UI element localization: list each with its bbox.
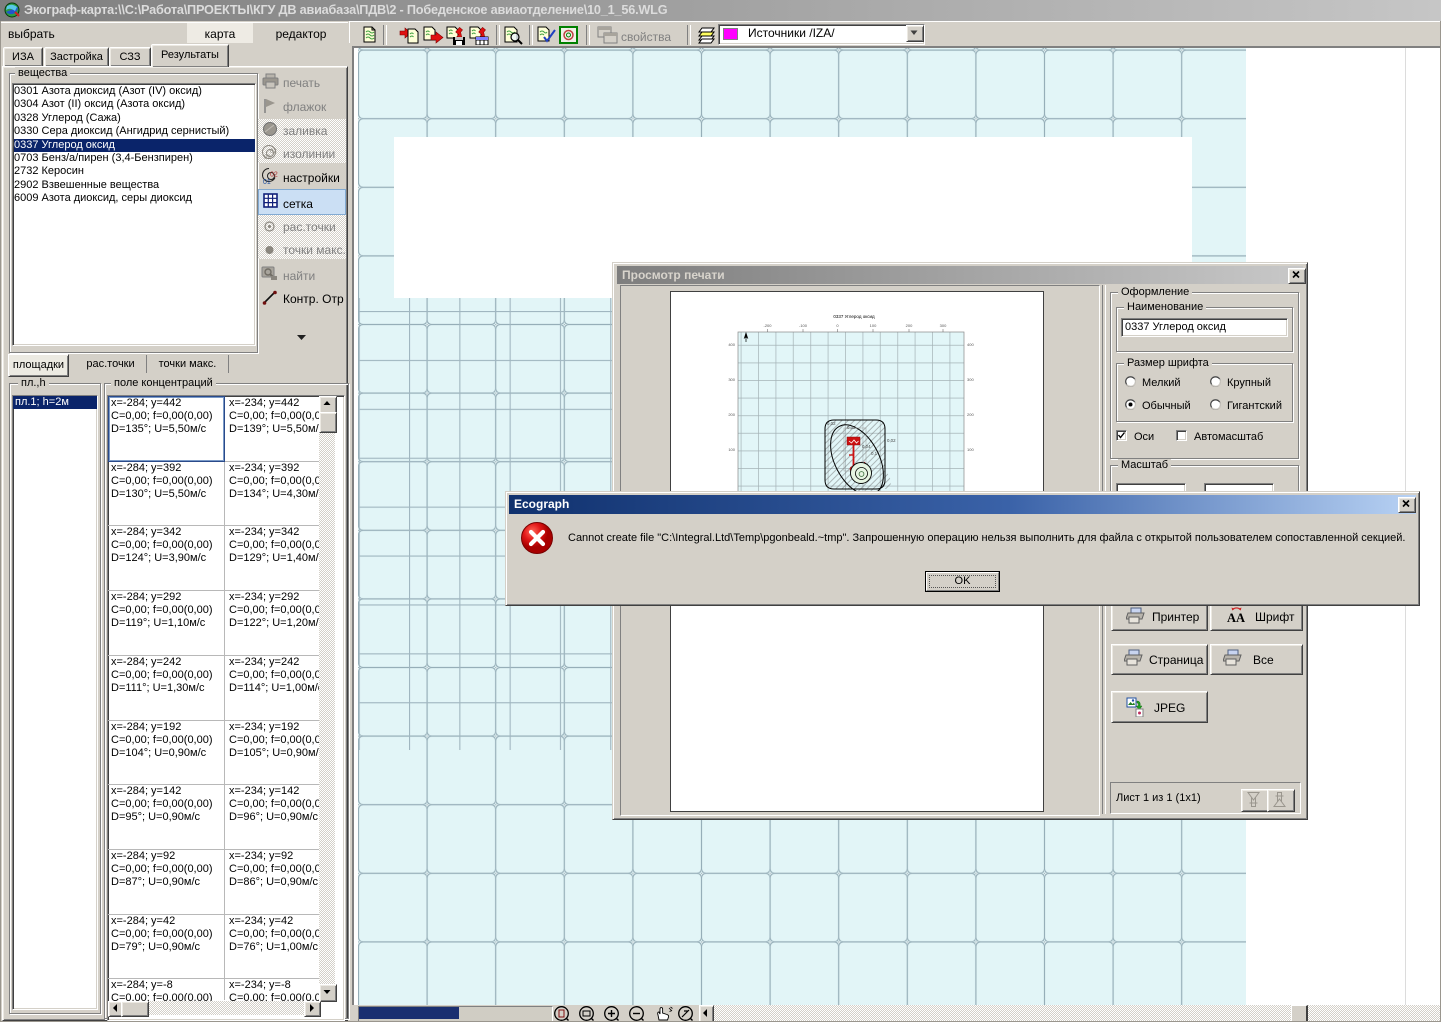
svg-text:100: 100 — [728, 447, 735, 452]
svg-text:300: 300 — [940, 323, 947, 328]
svg-text:02: 02 — [270, 172, 278, 179]
svg-text:0,04: 0,04 — [862, 444, 871, 449]
svg-text:0,1: 0,1 — [871, 451, 878, 456]
svg-text:100: 100 — [870, 323, 877, 328]
svg-text:300: 300 — [728, 377, 735, 382]
svg-text:-100: -100 — [799, 323, 808, 328]
svg-text:01: 01 — [264, 155, 271, 161]
svg-text:100: 100 — [967, 447, 974, 452]
svg-text:0: 0 — [836, 323, 839, 328]
svg-text:400: 400 — [967, 342, 974, 347]
svg-text:200: 200 — [728, 412, 735, 417]
svg-text:300: 300 — [967, 377, 974, 382]
svg-text:200: 200 — [967, 412, 974, 417]
svg-text:0337 Углерод оксид: 0337 Углерод оксид — [833, 314, 875, 319]
svg-text:0,02: 0,02 — [887, 438, 896, 443]
svg-text:0,02: 0,02 — [827, 421, 836, 426]
svg-text:0,02: 0,02 — [847, 425, 856, 430]
svg-text:400: 400 — [728, 342, 735, 347]
svg-text:200: 200 — [906, 323, 913, 328]
svg-text:01: 01 — [263, 179, 271, 185]
svg-text:-200: -200 — [763, 323, 772, 328]
svg-text:02: 02 — [270, 149, 277, 155]
svg-text:AA: AA — [1227, 611, 1245, 624]
